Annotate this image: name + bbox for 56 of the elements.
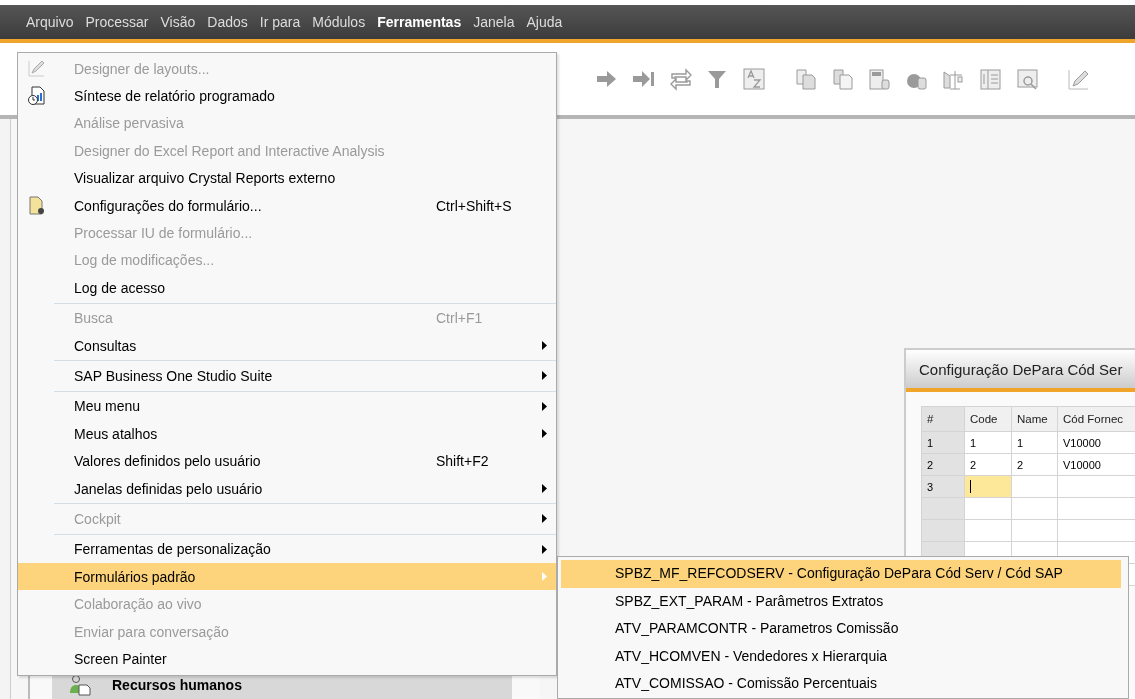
column-header[interactable]: Cód Fornec [1057,406,1135,432]
row-number: 2 [921,453,965,476]
menu-item[interactable]: Dados [201,12,254,32]
submenu-arrow-icon [542,514,547,524]
column-header[interactable]: Code [964,406,1012,432]
menu-item[interactable]: ATV_PARAMCONTR - Parametros Comissão [561,615,1121,643]
submenu-arrow-icon [542,429,547,439]
submenu-arrow-icon [542,572,547,582]
menu-item[interactable]: Ferramentas [371,12,468,32]
menu-item[interactable]: SAP Business One Studio Suite [18,362,556,390]
pencil-icon[interactable] [1067,67,1090,91]
submenu-arrow-icon [542,371,547,381]
menu-item[interactable]: Consultas [18,331,556,360]
submenu-arrow-icon [542,484,547,494]
menu-item[interactable]: Valores definidos pelo usuário Shift+F2 [18,447,556,475]
window-title: Configuração DePara Cód Ser [906,350,1135,392]
menu-item[interactable]: Visão [154,12,202,32]
text-cursor [970,480,971,494]
sort-icon[interactable] [743,67,766,91]
column-header[interactable]: Name [1011,406,1058,432]
menu-item[interactable]: Processar [79,12,155,32]
menu-item[interactable]: ATV_HCOMVEN - Vendedores x Hierarquia [561,642,1121,670]
menu-item[interactable]: ATV_COMISSAO - Comissão Percentuais [561,670,1121,698]
calculator-icon[interactable] [868,67,891,91]
column-header[interactable]: # [921,406,965,432]
submenu-arrow-icon [542,341,547,351]
menu-item[interactable]: Janela [467,12,521,32]
menu-item[interactable]: Arquivo [20,12,80,32]
module-label: Recursos humanos [112,677,242,693]
menu-item[interactable]: Visualizar arquivo Crystal Reports externo [18,164,556,192]
menu-item[interactable]: Log de acesso [18,274,556,302]
submenu-arrow-icon [542,401,547,411]
magnifier-document-icon[interactable] [1016,67,1039,91]
row-number: 3 [921,475,965,498]
row-number: 1 [921,431,965,454]
menu-item[interactable]: Configurações do formulário... Ctrl+Shift+S [18,191,556,220]
document-icon[interactable] [831,67,854,91]
menu-item[interactable]: Meus atalhos [18,420,556,448]
menu-item[interactable]: Módulos [306,12,372,32]
menu-item[interactable]: Ferramentas de personalização [18,535,556,564]
menu-item[interactable]: SPBZ_MF_REFCODSERV - Configuração DePara Cód Serv / Cód SAP [561,560,1121,588]
menu-item[interactable]: SPBZ_EXT_PARAM - Parâmetros Extratos [561,587,1121,615]
menu-item[interactable]: Ajuda [520,12,569,32]
pencil-icon [27,58,47,79]
menu-item[interactable]: Síntese de relatório programado [18,82,556,110]
document-icon[interactable] [794,67,817,91]
swap-arrows-icon[interactable] [669,67,692,91]
menu-item[interactable]: Meu menu [18,392,556,421]
menu-item[interactable]: Formulários padrão [18,563,556,591]
ledger-icon[interactable] [979,67,1002,91]
menu-item[interactable]: Janelas definidas pelo usuário [18,474,556,503]
submenu-arrow-icon [542,544,547,554]
report-clock-icon [27,86,47,107]
menu-item[interactable]: Screen Painter [18,645,556,673]
menu-item[interactable]: Ir para [253,12,307,32]
document-gear-icon [27,195,47,216]
